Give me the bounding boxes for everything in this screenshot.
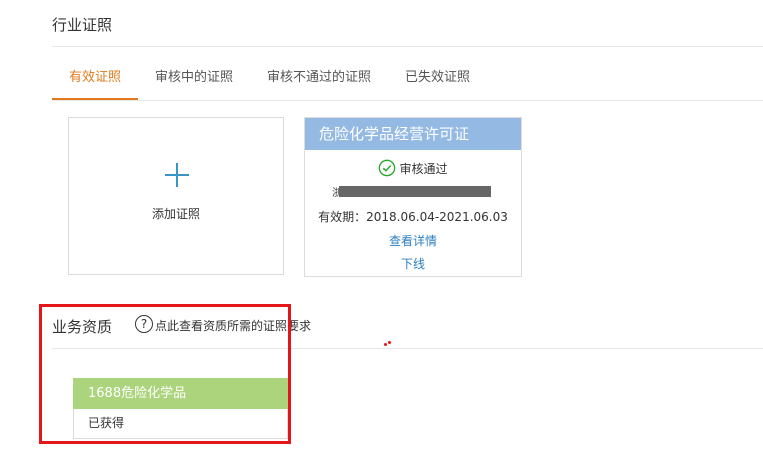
view-details-link[interactable]: 查看详情 xyxy=(305,232,521,249)
red-dot-mark xyxy=(388,341,391,344)
plus-icon xyxy=(162,160,192,190)
highlight-box xyxy=(39,304,291,444)
industry-license-title: 行业证照 xyxy=(52,16,113,34)
tabs-divider xyxy=(52,100,763,101)
license-validity: 有效期：2018.06.04-2021.06.03 xyxy=(318,210,508,224)
license-tabs: 有效证照 审核中的证照 审核不通过的证照 已失效证照 xyxy=(52,60,487,100)
offline-link[interactable]: 下线 xyxy=(305,255,521,272)
tab-rejected-licenses[interactable]: 审核不通过的证照 xyxy=(250,60,388,100)
license-status-text: 审核通过 xyxy=(399,161,448,176)
check-circle-icon xyxy=(379,159,396,177)
license-card-title: 危险化学品经营许可证 xyxy=(305,118,521,150)
red-dot-mark xyxy=(384,343,387,346)
add-license-card[interactable]: 添加证照 xyxy=(68,117,284,275)
tab-valid-licenses[interactable]: 有效证照 xyxy=(52,60,139,100)
tab-expired-licenses[interactable]: 已失效证照 xyxy=(388,60,487,100)
license-status: 审核通过 xyxy=(305,159,521,177)
license-number-redacted xyxy=(339,186,491,197)
title-divider xyxy=(52,46,763,47)
license-card: 危险化学品经营许可证 审核通过 浙 有效期：2018.06.04-2021.06… xyxy=(304,117,522,277)
add-license-label: 添加证照 xyxy=(151,207,200,221)
tab-reviewing-licenses[interactable]: 审核中的证照 xyxy=(138,60,250,100)
